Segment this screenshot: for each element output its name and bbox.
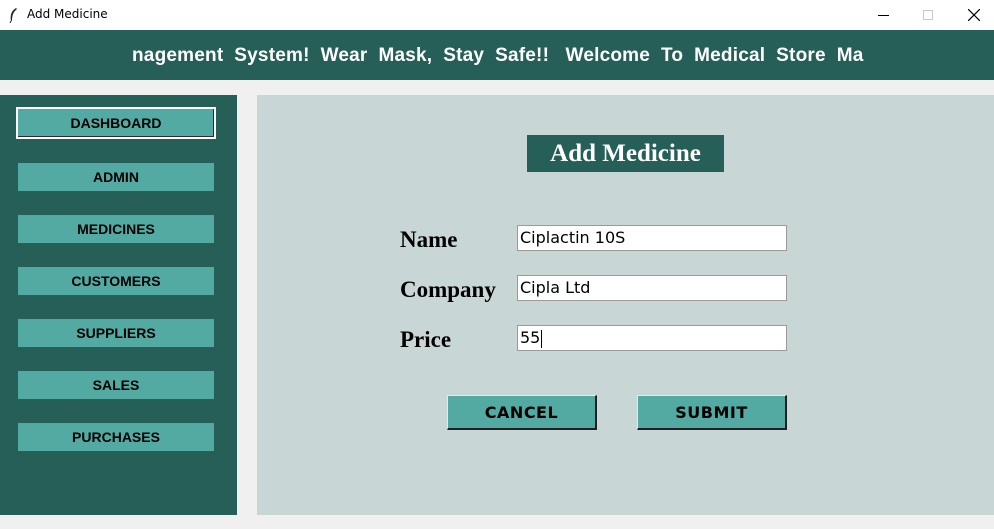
sidebar-item-dashboard[interactable]: DASHBOARD	[16, 107, 216, 139]
form-title: Add Medicine	[527, 135, 724, 172]
sidebar: DASHBOARD ADMIN MEDICINES CUSTOMERS SUPP…	[0, 95, 237, 515]
sidebar-item-purchases[interactable]: PURCHASES	[18, 423, 214, 451]
window-title: Add Medicine	[27, 7, 108, 21]
sidebar-item-customers[interactable]: CUSTOMERS	[18, 267, 214, 295]
feather-icon	[9, 8, 17, 23]
minimize-icon	[877, 14, 889, 16]
sidebar-item-medicines[interactable]: MEDICINES	[18, 215, 214, 243]
name-label: Name	[400, 227, 458, 252]
window-titlebar: Add Medicine	[0, 0, 994, 30]
marquee-banner: nagement System! Wear Mask, Stay Safe!! …	[0, 30, 994, 80]
submit-button[interactable]: SUBMIT	[637, 395, 787, 430]
company-input-value: Cipla Ltd	[520, 278, 591, 297]
minimize-button[interactable]	[860, 0, 906, 30]
text-cursor	[541, 329, 543, 348]
cancel-button[interactable]: CANCEL	[447, 395, 597, 430]
marquee-text: nagement System! Wear Mask, Stay Safe!! …	[132, 45, 864, 66]
sidebar-item-sales[interactable]: SALES	[18, 371, 214, 399]
main-panel: Add Medicine Name Ciplactin 10S Company …	[257, 95, 994, 515]
sidebar-item-suppliers[interactable]: SUPPLIERS	[18, 319, 214, 347]
price-label: Price	[400, 327, 452, 352]
price-input-value: 55	[520, 328, 541, 347]
company-input[interactable]: Cipla Ltd	[517, 275, 787, 301]
name-input[interactable]: Ciplactin 10S	[517, 225, 787, 251]
price-input[interactable]: 55	[517, 325, 787, 351]
sidebar-item-admin[interactable]: ADMIN	[18, 163, 214, 191]
close-icon	[968, 9, 980, 21]
maximize-button[interactable]	[905, 0, 951, 30]
name-input-value: Ciplactin 10S	[520, 228, 626, 247]
maximize-icon	[923, 10, 933, 20]
company-label: Company	[400, 277, 496, 302]
close-button[interactable]	[951, 0, 994, 30]
